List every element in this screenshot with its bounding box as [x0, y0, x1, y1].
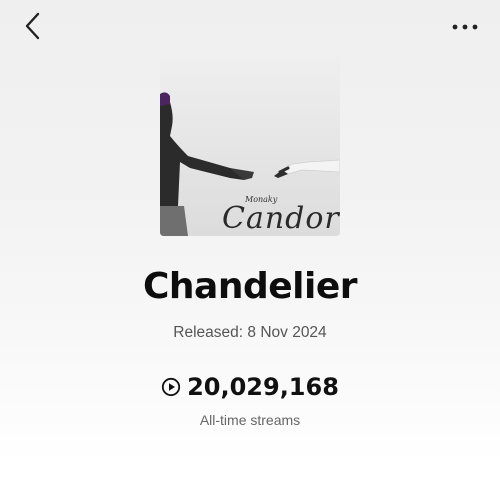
more-horizontal-icon — [452, 24, 478, 30]
release-date: Released: 8 Nov 2024 — [173, 324, 327, 341]
track-stats-screen: Monaky Candor Chandelier Released: 8 Nov… — [0, 0, 500, 462]
streams-count: 20,029,168 — [187, 373, 339, 401]
more-options-button[interactable] — [448, 12, 482, 40]
streams-label: All-time streams — [199, 412, 301, 428]
play-circle-icon — [161, 377, 181, 397]
album-cover: Monaky Candor — [160, 56, 340, 236]
streams-row: 20,029,168 — [0, 373, 500, 401]
cover-album-text: Candor — [222, 201, 340, 236]
back-button[interactable] — [18, 8, 48, 44]
track-title: Chandelier — [142, 266, 358, 307]
chevron-left-icon — [25, 12, 40, 40]
